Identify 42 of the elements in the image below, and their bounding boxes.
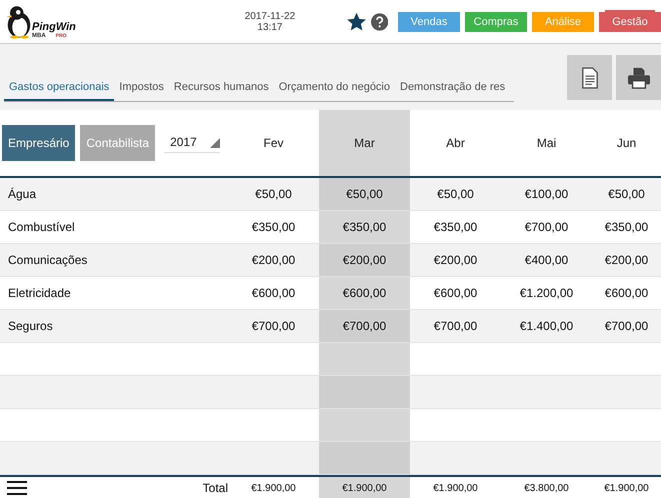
table-cell: €200,00 xyxy=(228,244,319,277)
table-cell: €600,00 xyxy=(319,277,410,310)
document-button[interactable] xyxy=(567,55,612,100)
row-label: Comunicações xyxy=(0,244,228,277)
nav-button[interactable]: Gestão xyxy=(598,12,661,32)
help-icon[interactable] xyxy=(370,12,388,30)
table-cell: €700,00 xyxy=(410,310,501,343)
table-cell: €50,00 xyxy=(592,178,661,211)
date-label: 2017-11-22 xyxy=(244,10,296,22)
table-cell: €200,00 xyxy=(592,244,661,277)
table-cell: €350,00 xyxy=(319,211,410,244)
tab[interactable]: Recursos humanos xyxy=(168,81,274,101)
table-cell: €700,00 xyxy=(319,310,410,343)
table-cell: €50,00 xyxy=(228,178,319,211)
row-label: Seguros xyxy=(0,310,228,343)
total-cell: €1.900,00 xyxy=(319,475,410,498)
printer-icon xyxy=(626,66,650,88)
table-cell: €200,00 xyxy=(410,244,501,277)
year-select[interactable]: 2017 xyxy=(164,133,220,153)
star-icon[interactable] xyxy=(346,10,367,32)
tab[interactable]: Orçamento do negócio xyxy=(274,81,395,101)
mode-button[interactable]: Empresário xyxy=(2,125,76,161)
dropdown-arrow-icon xyxy=(210,138,220,148)
column-header[interactable]: Mar xyxy=(319,110,410,178)
tab[interactable]: Gastos operacionais xyxy=(4,81,114,101)
row-label: Água xyxy=(0,178,228,211)
total-label: Total xyxy=(202,481,228,495)
logo-name: PingWin xyxy=(32,21,76,33)
menu-icon[interactable] xyxy=(7,480,27,496)
tab[interactable]: Demonstração de res xyxy=(395,81,510,101)
table-cell: €100,00 xyxy=(501,178,592,211)
table-cell: €1.400,00 xyxy=(501,310,592,343)
table-cell: €400,00 xyxy=(501,244,592,277)
table-cell: €200,00 xyxy=(319,244,410,277)
table-cell: €50,00 xyxy=(319,178,410,211)
print-button[interactable] xyxy=(616,55,661,100)
document-icon xyxy=(580,66,598,88)
table-cell: €50,00 xyxy=(410,178,501,211)
tab[interactable]: Impostos xyxy=(114,81,169,101)
table-cell: €700,00 xyxy=(592,310,661,343)
time-label: 13:17 xyxy=(257,22,282,32)
table-cell: €700,00 xyxy=(228,310,319,343)
